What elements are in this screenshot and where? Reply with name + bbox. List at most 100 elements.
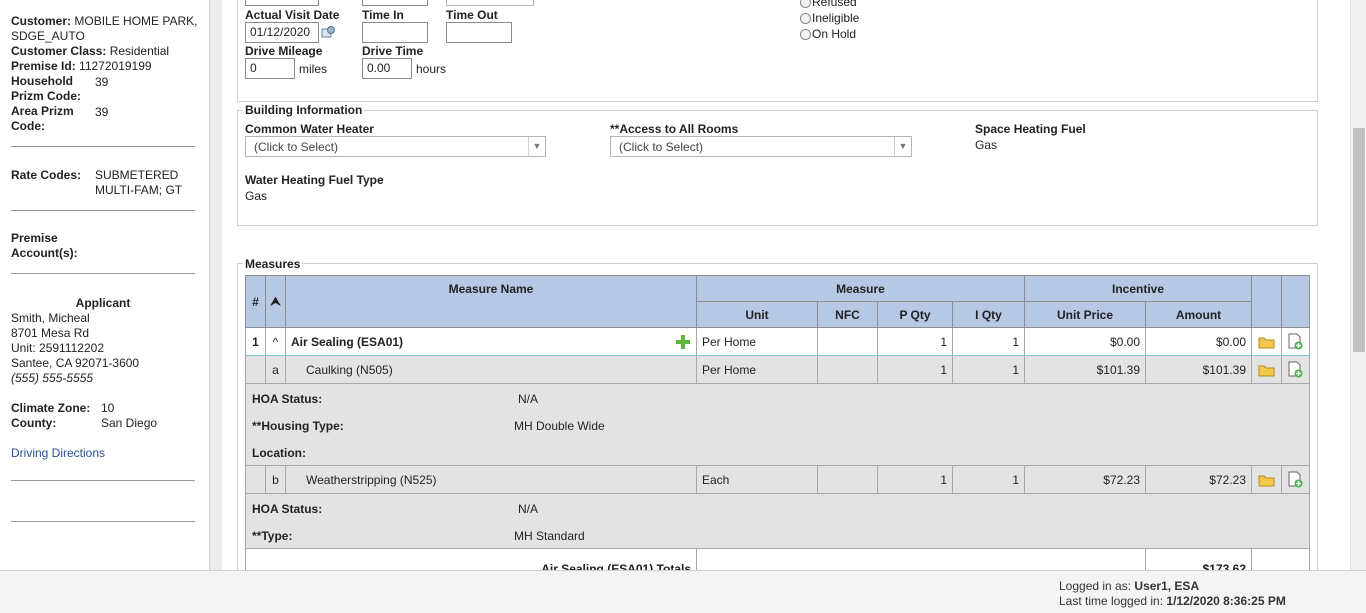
access-all-rooms-select[interactable]: (Click to Select) ▼	[610, 136, 912, 157]
col-measure-name-header: Measure Name	[285, 275, 697, 328]
drive-time-label: Drive Time	[362, 44, 424, 58]
radio-ineligible[interactable]: Ineligible	[800, 11, 859, 25]
customer-label: Customer:	[11, 14, 72, 28]
radio-on-hold-label: On Hold	[812, 27, 857, 41]
radio-ineligible-label: Ineligible	[812, 11, 860, 25]
space-heating-fuel-value: Gas	[975, 138, 998, 152]
table-row[interactable]: 1 ^ Air Sealing (ESA01) Per Home 1 1 $0.…	[245, 327, 1310, 356]
measure-name-cell: Air Sealing (ESA01)	[285, 327, 697, 356]
radio-circle[interactable]	[800, 12, 811, 24]
applicant-name: Smith, Micheal	[11, 311, 90, 325]
iqty-cell: 1	[952, 355, 1025, 384]
county-label: County:	[11, 416, 57, 430]
unit-price-cell: $72.23	[1024, 465, 1146, 494]
unit-price-cell: $0.00	[1024, 327, 1146, 356]
divider	[11, 273, 195, 274]
time-out-input[interactable]	[446, 22, 512, 43]
unit-price-cell: $101.39	[1024, 355, 1146, 384]
folder-icon[interactable]	[1258, 336, 1275, 349]
chevron-down-icon[interactable]: ▼	[528, 137, 545, 156]
miles-unit: miles	[299, 62, 328, 76]
unit-cell: Per Home	[696, 355, 818, 384]
table-row[interactable]: b Weatherstripping (N525) Each 1 1 $72.2…	[245, 465, 1310, 494]
measure-name-cell: Caulking (N505)	[285, 355, 697, 384]
radio-refused[interactable]: Refused	[800, 0, 857, 9]
chevron-down-icon[interactable]: ▼	[894, 137, 911, 156]
hoa-status-label: HOA Status:	[252, 502, 323, 516]
location-label: Location:	[252, 446, 306, 460]
nfc-cell	[817, 327, 878, 356]
applicant-unit-row: Unit: 2591112202	[11, 341, 198, 356]
drive-mileage-label: Drive Mileage	[245, 44, 323, 58]
folder-icon[interactable]	[1258, 474, 1275, 487]
folder-cell	[1251, 327, 1282, 356]
measure-name: Air Sealing (ESA01)	[291, 334, 404, 349]
pqty-cell: 1	[877, 327, 953, 356]
add-doc-cell	[1281, 465, 1310, 494]
previous-date-field[interactable]	[245, 0, 319, 6]
applicant-unit-label: Unit:	[11, 341, 36, 355]
hoa-status-value: N/A	[518, 392, 539, 406]
customer-class-value: Residential	[109, 44, 170, 58]
driving-directions-link[interactable]: Driving Directions	[11, 446, 198, 461]
previous-select[interactable]	[446, 0, 534, 6]
detail-row: HOA Status: N/A **Type: MH Standard	[245, 493, 1310, 549]
iqty-cell: 1	[952, 327, 1025, 356]
actual-visit-date-input[interactable]: 01/12/2020	[245, 22, 319, 43]
type-label: **Type:	[252, 529, 293, 543]
col-pqty-header: P Qty	[877, 301, 953, 328]
rate-codes-label: Rate Codes:	[11, 168, 82, 182]
add-doc-cell	[1281, 327, 1310, 356]
premise-accounts-label: Premise Account(s):	[11, 231, 78, 260]
add-document-icon[interactable]	[1287, 333, 1304, 350]
collapse-toggle[interactable]: ^	[265, 327, 286, 356]
iqty-cell: 1	[952, 465, 1025, 494]
row-letter: a	[265, 355, 286, 384]
applicant-unit-value: 2591112202	[39, 341, 104, 355]
sort-icon[interactable]: ⮝	[265, 275, 286, 328]
household-prizm-label: Household Prizm Code:	[11, 74, 82, 103]
col-measure-group-header: Measure	[696, 275, 1025, 302]
drive-mileage-input[interactable]: 0	[245, 58, 295, 79]
vertical-scrollbar[interactable]	[1350, 0, 1366, 570]
water-heating-fuel-value: Gas	[245, 189, 268, 203]
nfc-cell	[817, 355, 878, 384]
radio-on-hold[interactable]: On Hold	[800, 27, 856, 41]
actual-visit-date-label: Actual Visit Date	[245, 8, 340, 22]
common-water-heater-select[interactable]: (Click to Select) ▼	[245, 136, 546, 157]
amount-cell: $0.00	[1145, 327, 1252, 356]
add-document-icon[interactable]	[1287, 361, 1304, 378]
area-prizm-label: Area Prizm Code:	[11, 104, 74, 133]
applicant-city: Santee, CA 92071-3600	[11, 356, 140, 370]
add-document-icon[interactable]	[1287, 471, 1304, 488]
folder-cell	[1251, 465, 1282, 494]
logged-in-label: Logged in as:	[1059, 579, 1132, 593]
status-footer: Logged in as: User1, ESA Last time logge…	[0, 570, 1366, 613]
housing-type-value: MH Double Wide	[514, 419, 605, 433]
detail-cell: HOA Status: N/A **Housing Type: MH Doubl…	[245, 383, 1310, 466]
unit-cell: Each	[696, 465, 818, 494]
visit-form: Actual Visit Date Time In Time Out 01/12…	[222, 0, 1350, 570]
drive-time-input[interactable]: 0.00	[362, 58, 412, 79]
building-info-panel	[237, 110, 1318, 226]
time-in-input[interactable]	[362, 22, 428, 43]
divider	[11, 480, 195, 481]
common-water-heater-value: (Click to Select)	[254, 140, 339, 154]
scrollbar-thumb[interactable]	[1353, 128, 1365, 352]
last-login-value: 1/12/2020 8:36:25 PM	[1166, 594, 1286, 608]
county-row: County: San Diego	[11, 416, 198, 431]
radio-circle[interactable]	[800, 0, 811, 8]
calendar-icon[interactable]	[321, 26, 335, 38]
table-row[interactable]: a Caulking (N505) Per Home 1 1 $101.39 $…	[245, 355, 1310, 384]
totals-row: Air Sealing (ESA01) Totals $173.62	[245, 548, 1310, 570]
radio-circle[interactable]	[800, 28, 811, 40]
type-value: MH Standard	[514, 529, 585, 543]
add-icon[interactable]	[676, 335, 690, 349]
last-login-label: Last time logged in:	[1059, 594, 1164, 608]
household-prizm-value: 39	[95, 75, 109, 89]
folder-icon[interactable]	[1258, 364, 1275, 377]
divider	[11, 146, 195, 147]
col-nfc-header: NFC	[817, 301, 878, 328]
previous-time-field[interactable]	[362, 0, 428, 6]
col-folder-header	[1251, 275, 1282, 328]
